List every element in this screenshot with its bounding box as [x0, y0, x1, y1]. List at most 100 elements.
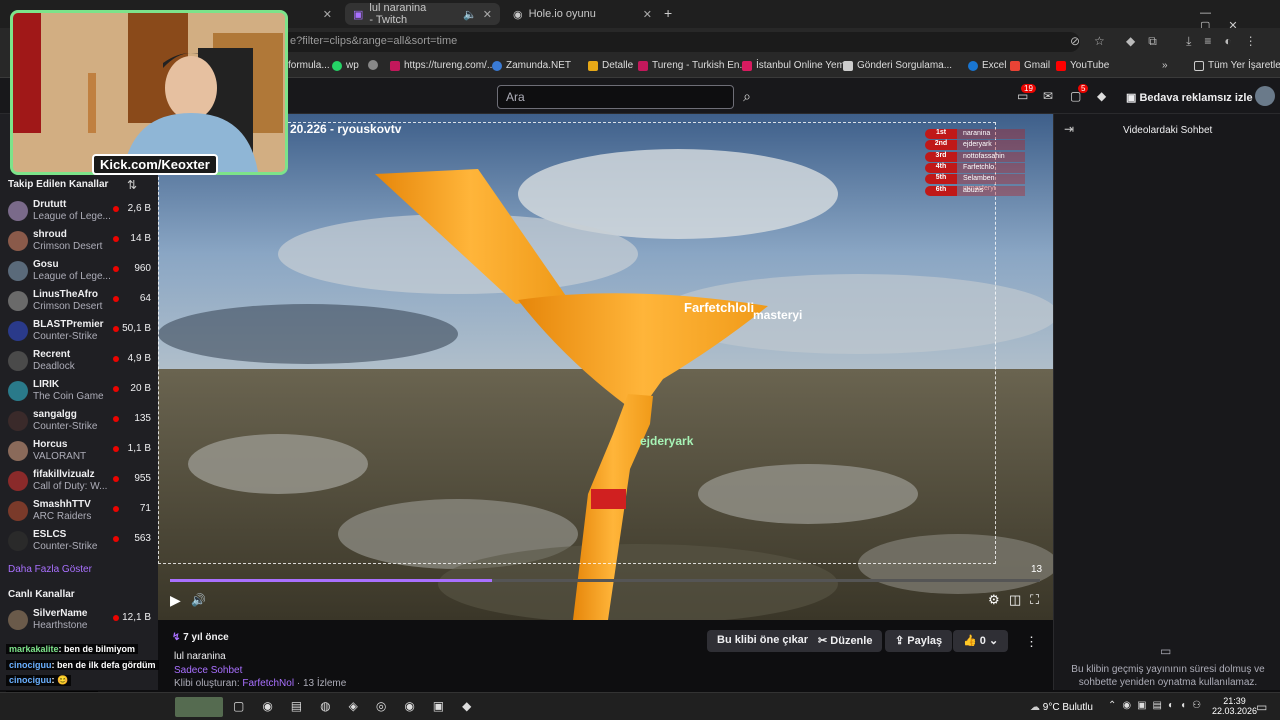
ad-icon: ▣ — [1126, 92, 1140, 104]
progress-fill — [170, 579, 492, 582]
followed-channel[interactable]: shroud Crimson Desert 14 B — [8, 227, 153, 257]
share-button[interactable]: ⇪ Paylaş — [885, 630, 953, 652]
clip-channel[interactable]: lul naranina — [174, 651, 226, 662]
bookmark-item[interactable] — [368, 60, 378, 70]
viewer-count: 135 — [134, 413, 151, 424]
bookmark-item[interactable]: Gmail — [1010, 60, 1050, 71]
chat-panel — [1053, 114, 1280, 690]
followed-channel[interactable]: fifakillvizualz Call of Duty: W... 955 — [8, 467, 153, 497]
zamunda-icon — [492, 60, 502, 71]
gmail-icon — [1010, 60, 1020, 71]
taskbar-app-icons[interactable]: ▢◉▤◍◈◎◉▣◆ — [233, 699, 489, 713]
edit-button[interactable]: ✂ Düzenle — [808, 630, 883, 652]
notification-icon[interactable]: ▭ — [1256, 700, 1267, 714]
volume-icon[interactable]: 🔊 — [191, 593, 206, 607]
extensions-icons[interactable]: ◆⧉ ⤓≡◐⋮ — [1126, 34, 1270, 49]
taskbar-thumbnail[interactable] — [175, 697, 223, 717]
viewer-count: 2,6 B — [127, 203, 151, 214]
followed-channel[interactable]: LIRIK The Coin Game 20 B — [8, 377, 153, 407]
inbox-icon[interactable]: ✉ — [1043, 89, 1053, 103]
close-icon[interactable]: ✕ — [483, 8, 492, 21]
leaderboard-name: Selamben mmasteryi — [957, 174, 1025, 192]
show-more-link[interactable]: Daha Fazla Göster — [8, 564, 92, 575]
speaker-icon[interactable]: 🔈 — [463, 8, 477, 21]
search-icon[interactable]: ⌕ — [736, 85, 758, 109]
tab-close-1[interactable]: ✕ — [290, 3, 340, 25]
chat-title: Videolardaki Sohbet — [1123, 125, 1213, 136]
followed-channel[interactable]: Gosu League of Lege... 960 — [8, 257, 153, 287]
url-field[interactable]: e?filter=clips&range=all&sort=time — [280, 32, 1080, 52]
video-player[interactable]: 20.226 - ryouskovtv Farfetchloli mastery… — [158, 114, 1053, 620]
channel-name: SmashhTTV — [33, 499, 91, 510]
webcam-overlay — [10, 10, 288, 175]
weather[interactable]: ☁ 9°C Bulutlu — [1030, 702, 1093, 713]
followed-channel[interactable]: LinusTheAfro Crimson Desert 64 — [8, 287, 153, 317]
bookmark-item[interactable]: wp — [332, 60, 359, 71]
new-tab-button[interactable]: + — [664, 5, 672, 21]
viewer-count: 960 — [134, 263, 151, 274]
chat-text: : 😊 — [51, 675, 69, 685]
ad-free-button[interactable]: ▣ Bedava reklamsız izle — [1126, 91, 1253, 104]
notif-badge: 19 — [1021, 84, 1036, 93]
followed-channel[interactable]: Drututt League of Lege... 2,6 B — [8, 197, 153, 227]
tab-twitch[interactable]: ▣ lul naranina - Twitch 🔈 ✕ — [345, 2, 500, 26]
close-icon[interactable]: ✕ — [643, 8, 652, 21]
progress-bar[interactable] — [170, 579, 1040, 582]
close-icon[interactable]: ✕ — [323, 8, 332, 21]
like-button[interactable]: 👍 0 ⌄ — [953, 630, 1009, 652]
channel-name: shroud — [33, 229, 67, 240]
chat-text: : ben de bilmiyom — [58, 644, 136, 654]
more-options-icon[interactable]: ⋮ — [1025, 634, 1038, 650]
avatar — [8, 291, 28, 311]
bookmark-item[interactable]: Excel — [968, 60, 1006, 71]
eye-off-icon[interactable]: ⊘☆ — [1070, 34, 1119, 48]
followed-channel[interactable]: BLASTPremier Counter-Strike 50,1 B — [8, 317, 153, 347]
live-channel[interactable]: SilverName Hearthstone 12,1 B — [8, 606, 153, 636]
bookmark-item[interactable]: https://tureng.com/... — [390, 60, 495, 71]
bookmark-item[interactable]: İstanbul Online Yem... — [742, 60, 853, 71]
followed-channel[interactable]: Recrent Deadlock 4,9 B — [8, 347, 153, 377]
live-dot — [113, 386, 119, 392]
creator-link[interactable]: FarfetchNol — [242, 678, 294, 689]
followed-channel[interactable]: ESLCS Counter-Strike 563 — [8, 527, 153, 557]
live-dot — [113, 416, 119, 422]
theatre-icon[interactable]: ◫ — [1009, 592, 1021, 608]
bookmark-item[interactable]: YouTube — [1056, 60, 1109, 71]
crown-icon[interactable]: ◆ — [1097, 89, 1106, 103]
settings-icon[interactable]: ⚙ — [988, 592, 1000, 608]
bookmark-item[interactable]: Tureng - Turkish En... — [638, 60, 748, 71]
channel-name: sangalgg — [33, 409, 77, 420]
chat-text: : ben de ilk defa gördüm — [51, 659, 156, 670]
fullscreen-icon[interactable]: ⛶ — [1030, 592, 1039, 608]
avatar — [8, 471, 28, 491]
leaderboard-rank: 4th — [925, 162, 957, 173]
search-input[interactable]: Ara — [497, 85, 734, 109]
viewer-count: 12,1 B — [122, 612, 151, 623]
bookmark-item[interactable]: formula... — [288, 60, 330, 71]
live-dot — [113, 476, 119, 482]
clock[interactable]: 21:39 22.03.2026 — [1212, 696, 1257, 716]
feature-clip-button[interactable]: Bu klibi öne çıkar — [707, 630, 819, 652]
avatar — [8, 231, 28, 251]
all-bookmarks[interactable]: Tüm Yer İşaretleri — [1194, 60, 1280, 71]
bookmark-item[interactable]: Gönderi Sorgulama... — [843, 60, 952, 71]
bookmark-item[interactable]: Detalle — [588, 60, 633, 71]
tab-holeio[interactable]: ◉ Hole.io oyunu ✕ — [505, 3, 660, 25]
channel-game: ARC Raiders — [33, 511, 92, 522]
sort-icon[interactable]: ⇅ — [127, 178, 137, 192]
excel-icon — [968, 60, 978, 71]
globe-icon: ◉ — [513, 8, 523, 21]
chat-only-link[interactable]: Sadece Sohbet — [174, 665, 242, 676]
bookmark-item[interactable]: Zamunda.NET — [492, 60, 571, 71]
channel-game: Crimson Desert — [33, 301, 103, 312]
chat-icon: ▭ — [1160, 644, 1172, 658]
followed-channel[interactable]: sangalgg Counter-Strike 135 — [8, 407, 153, 437]
channel-game: Crimson Desert — [33, 241, 103, 252]
followed-channel[interactable]: SmashhTTV ARC Raiders 71 — [8, 497, 153, 527]
play-icon[interactable]: ▶ — [170, 592, 181, 609]
avatar[interactable] — [1255, 86, 1275, 106]
chevron-right-icon[interactable]: » — [1162, 60, 1168, 71]
collapse-icon[interactable]: ⇥ — [1064, 122, 1074, 136]
tray-icons[interactable]: ⌃◉▣▤◐◖⚇ — [1108, 700, 1207, 711]
followed-channel[interactable]: Horcus VALORANT 1,1 B — [8, 437, 153, 467]
